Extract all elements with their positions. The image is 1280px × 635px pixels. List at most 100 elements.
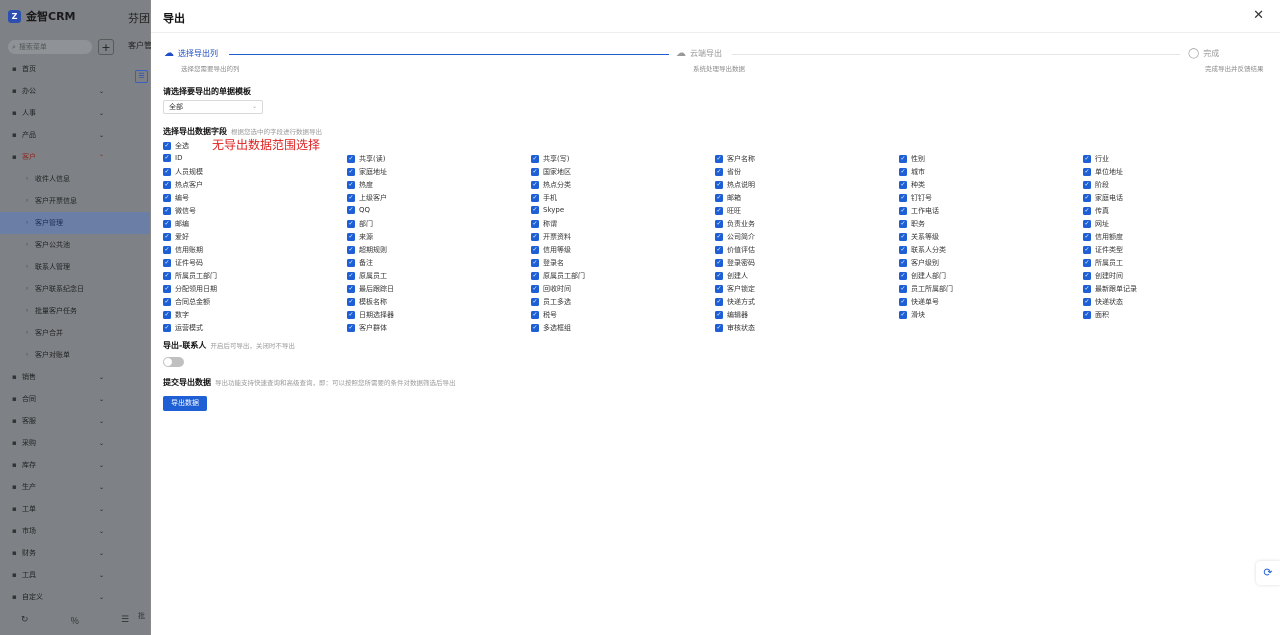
field-checkbox[interactable]: ✓ 种类 (899, 180, 925, 190)
field-checkbox[interactable]: ✓ 部门 (347, 219, 373, 229)
sidebar-item[interactable]: ▪ 市场 ⌄ (0, 520, 150, 542)
field-checkbox[interactable]: ✓ 创建人部门 (899, 271, 946, 281)
export-data-button[interactable]: 导出数据 (163, 396, 207, 411)
field-checkbox[interactable]: ✓ 上级客户 (347, 193, 387, 203)
field-checkbox[interactable]: ✓ 最新跟单记录 (1083, 284, 1137, 294)
assistant-float-icon[interactable]: ⟳ (1256, 561, 1280, 585)
select-all-checkbox[interactable]: ✓ 全选 (163, 141, 189, 151)
sidebar-footer-icon[interactable]: ☰ (121, 615, 129, 625)
add-button[interactable]: + (98, 39, 114, 55)
sidebar-item[interactable]: ◦ 客户开票信息 (0, 190, 150, 212)
field-checkbox[interactable]: ✓ 称谓 (531, 219, 557, 229)
field-checkbox[interactable]: ✓ 面积 (1083, 310, 1109, 320)
field-checkbox[interactable]: ✓ 负责业务 (715, 219, 755, 229)
field-checkbox[interactable]: ✓ 分配领用日期 (163, 284, 217, 294)
field-checkbox[interactable]: ✓ 共享(写) (531, 154, 569, 164)
field-checkbox[interactable]: ✓ 审核状态 (715, 323, 755, 333)
field-checkbox[interactable]: ✓ 职务 (899, 219, 925, 229)
sidebar-footer-icon[interactable]: ％ (70, 614, 79, 627)
field-checkbox[interactable]: ✓ 热度 (347, 180, 373, 190)
sidebar-item[interactable]: ▪ 客户 ⌃ (0, 146, 150, 168)
field-checkbox[interactable]: ✓ 信用额度 (1083, 232, 1123, 242)
field-checkbox[interactable]: ✓ 回收时间 (531, 284, 571, 294)
sidebar-item[interactable]: ▪ 采购 ⌄ (0, 432, 150, 454)
field-checkbox[interactable]: ✓ 关系等级 (899, 232, 939, 242)
field-checkbox[interactable]: ✓ 家庭地址 (347, 167, 387, 177)
field-checkbox[interactable]: ✓ 登录名 (531, 258, 564, 268)
field-checkbox[interactable]: ✓ 信用等级 (531, 245, 571, 255)
field-checkbox[interactable]: ✓ 登录密码 (715, 258, 755, 268)
field-checkbox[interactable]: ✓ 所属员工部门 (163, 271, 217, 281)
field-checkbox[interactable]: ✓ 快递单号 (899, 297, 939, 307)
field-checkbox[interactable]: ✓ 最后跟踪日 (347, 284, 394, 294)
sidebar-item[interactable]: ▪ 销售 ⌄ (0, 366, 150, 388)
sidebar-item[interactable]: ▪ 财务 ⌄ (0, 542, 150, 564)
field-checkbox[interactable]: ✓ 数字 (163, 310, 189, 320)
field-checkbox[interactable]: ✓ 运营模式 (163, 323, 203, 333)
contact-export-toggle[interactable] (163, 357, 184, 367)
field-checkbox[interactable]: ✓ 证件类型 (1083, 245, 1123, 255)
field-checkbox[interactable]: ✓ 爱好 (163, 232, 189, 242)
sidebar-item[interactable]: ▪ 生产 ⌄ (0, 476, 150, 498)
field-checkbox[interactable]: ✓ 联系人分类 (899, 245, 946, 255)
sidebar-footer-icon[interactable]: ↻ (21, 615, 29, 625)
field-checkbox[interactable]: ✓ 手机 (531, 193, 557, 203)
sidebar-item[interactable]: ▪ 办公 ⌄ (0, 80, 150, 102)
field-checkbox[interactable]: ✓ 合同总金额 (163, 297, 210, 307)
menu-search-input[interactable]: ⌕ 搜索菜单 (8, 40, 92, 54)
field-checkbox[interactable]: ✓ QQ (347, 206, 370, 214)
field-checkbox[interactable]: ✓ 快递状态 (1083, 297, 1123, 307)
field-checkbox[interactable]: ✓ ID (163, 154, 182, 162)
field-checkbox[interactable]: ✓ 传真 (1083, 206, 1109, 216)
field-checkbox[interactable]: ✓ 日期选择器 (347, 310, 394, 320)
field-checkbox[interactable]: ✓ 创建时间 (1083, 271, 1123, 281)
sidebar-item[interactable]: ▪ 产品 ⌄ (0, 124, 150, 146)
field-checkbox[interactable]: ✓ 国家地区 (531, 167, 571, 177)
field-checkbox[interactable]: ✓ 编辑器 (715, 310, 748, 320)
sidebar-item[interactable]: ▪ 首页 (0, 58, 150, 80)
sidebar-item[interactable]: ◦ 客户联系纪念日 (0, 278, 150, 300)
template-select[interactable]: 全部 ⌄ (163, 100, 263, 114)
field-checkbox[interactable]: ✓ 原属员工 (347, 271, 387, 281)
sidebar-item[interactable]: ▪ 客服 ⌄ (0, 410, 150, 432)
field-checkbox[interactable]: ✓ 人员规模 (163, 167, 203, 177)
field-checkbox[interactable]: ✓ 城市 (899, 167, 925, 177)
sidebar-item[interactable]: ◦ 批量客户任务 (0, 300, 150, 322)
field-checkbox[interactable]: ✓ 热点分类 (531, 180, 571, 190)
field-checkbox[interactable]: ✓ 公司简介 (715, 232, 755, 242)
field-checkbox[interactable]: ✓ 客户名称 (715, 154, 755, 164)
field-checkbox[interactable]: ✓ 行业 (1083, 154, 1109, 164)
field-checkbox[interactable]: ✓ 开票资料 (531, 232, 571, 242)
app-logo[interactable]: Z 金智CRM (8, 9, 76, 23)
field-checkbox[interactable]: ✓ 邮箱 (715, 193, 741, 203)
field-checkbox[interactable]: ✓ 原属员工部门 (531, 271, 585, 281)
sidebar-item[interactable]: ◦ 客户管理 (0, 212, 150, 234)
sidebar-item[interactable]: ▪ 合同 ⌄ (0, 388, 150, 410)
sidebar-item[interactable]: ◦ 联系人管理 (0, 256, 150, 278)
field-checkbox[interactable]: ✓ 单位地址 (1083, 167, 1123, 177)
field-checkbox[interactable]: ✓ 快递方式 (715, 297, 755, 307)
field-checkbox[interactable]: ✓ 客户级别 (899, 258, 939, 268)
field-checkbox[interactable]: ✓ 所属员工 (1083, 258, 1123, 268)
field-checkbox[interactable]: ✓ 证件号码 (163, 258, 203, 268)
field-checkbox[interactable]: ✓ 信用账期 (163, 245, 203, 255)
field-checkbox[interactable]: ✓ 旺旺 (715, 206, 741, 216)
field-checkbox[interactable]: ✓ 钉钉号 (899, 193, 932, 203)
field-checkbox[interactable]: ✓ 热点客户 (163, 180, 203, 190)
sidebar-item[interactable]: ◦ 收件人信息 (0, 168, 150, 190)
field-checkbox[interactable]: ✓ 价值评估 (715, 245, 755, 255)
field-checkbox[interactable]: ✓ 模板名称 (347, 297, 387, 307)
field-checkbox[interactable]: ✓ 客户群体 (347, 323, 387, 333)
field-checkbox[interactable]: ✓ 性别 (899, 154, 925, 164)
field-checkbox[interactable]: ✓ 税号 (531, 310, 557, 320)
field-checkbox[interactable]: ✓ 来源 (347, 232, 373, 242)
sidebar-item[interactable]: ▪ 工单 ⌄ (0, 498, 150, 520)
field-checkbox[interactable]: ✓ 创建人 (715, 271, 748, 281)
field-checkbox[interactable]: ✓ Skype (531, 206, 564, 214)
close-icon[interactable]: ✕ (1253, 8, 1264, 23)
field-checkbox[interactable]: ✓ 多选框组 (531, 323, 571, 333)
field-checkbox[interactable]: ✓ 家庭电话 (1083, 193, 1123, 203)
field-checkbox[interactable]: ✓ 微信号 (163, 206, 196, 216)
field-checkbox[interactable]: ✓ 邮编 (163, 219, 189, 229)
field-checkbox[interactable]: ✓ 共享(读) (347, 154, 385, 164)
